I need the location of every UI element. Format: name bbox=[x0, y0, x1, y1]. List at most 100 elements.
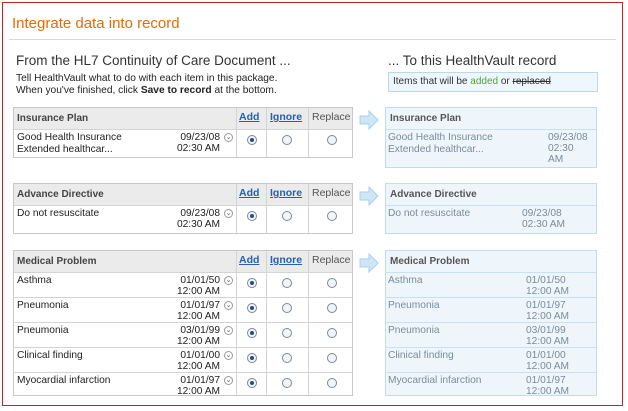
chevron-down-icon[interactable]: ⌄ bbox=[224, 209, 233, 218]
chevron-down-icon[interactable]: ⌄ bbox=[224, 301, 233, 310]
chevron-down-icon[interactable]: ⌄ bbox=[224, 351, 233, 360]
legend-replaced: replaced bbox=[512, 76, 551, 87]
item-name: Pneumonia bbox=[17, 300, 69, 311]
arrow-right-icon bbox=[359, 252, 379, 274]
item-name: Do not resuscitate bbox=[17, 208, 100, 219]
ignore-radio[interactable] bbox=[282, 353, 292, 363]
ignore-radio[interactable] bbox=[282, 303, 292, 313]
section-insurance-plan: Insurance Plan Add Ignore Replace Good Healt… bbox=[13, 107, 353, 158]
ignore-radio[interactable] bbox=[282, 135, 292, 145]
add-column-link[interactable]: Add bbox=[239, 187, 259, 199]
item-name: Pneumonia bbox=[17, 325, 69, 336]
record-item-name: Asthma bbox=[388, 275, 423, 286]
add-radio[interactable] bbox=[247, 328, 257, 338]
add-radio[interactable] bbox=[247, 303, 257, 313]
list-item: Pneumonia 01/01/97 12:00 AM ⌄ bbox=[14, 297, 352, 323]
ignore-radio[interactable] bbox=[282, 278, 292, 288]
legend-added: added bbox=[470, 76, 499, 87]
item-date: 09/23/08 02:30 AM bbox=[176, 208, 220, 230]
item-date: 03/01/99 12:00 AM bbox=[176, 325, 220, 347]
add-column-link[interactable]: Add bbox=[239, 111, 259, 123]
record-section-advance-directive: Advance Directive Do not resuscitate 09/23… bbox=[385, 183, 597, 234]
record-item-name: Pneumonia bbox=[388, 325, 440, 336]
replace-column-header: Replace bbox=[312, 254, 351, 266]
legend-text: or bbox=[498, 76, 513, 87]
section-header: Insurance Plan Add Ignore Replace bbox=[14, 108, 352, 129]
item-date: 01/01/50 12:00 AM bbox=[176, 275, 220, 297]
arrow-right-icon bbox=[359, 185, 379, 207]
replace-radio[interactable] bbox=[327, 378, 337, 388]
item-date: 09/23/08 02:30 AM bbox=[176, 132, 220, 154]
ignore-radio[interactable] bbox=[282, 211, 292, 221]
replace-radio[interactable] bbox=[327, 278, 337, 288]
replace-radio[interactable] bbox=[327, 211, 337, 221]
item-date: 01/01/97 12:00 AM bbox=[176, 375, 220, 397]
record-item-name: Clinical finding bbox=[388, 350, 454, 361]
ignore-radio[interactable] bbox=[282, 378, 292, 388]
item-name: Good Health Insurance Extended healthcar… bbox=[17, 132, 122, 155]
section-advance-directive: Advance Directive Add Ignore Replace Do not … bbox=[13, 183, 353, 234]
record-list-item: Pneumonia 01/01/97 12:00 AM bbox=[386, 297, 596, 323]
instructions-line-2: When you've finished, click Save to reco… bbox=[16, 85, 277, 97]
record-list-item: Do not resuscitate 09/23/08 02:30 AM bbox=[386, 205, 596, 236]
page-title: Integrate data into record bbox=[12, 15, 180, 32]
source-heading: From the HL7 Continuity of Care Document… bbox=[16, 53, 291, 68]
replace-column-header: Replace bbox=[312, 111, 351, 123]
chevron-down-icon[interactable]: ⌄ bbox=[224, 376, 233, 385]
item-name: Clinical finding bbox=[17, 350, 83, 361]
ignore-column-link[interactable]: Ignore bbox=[270, 187, 302, 199]
list-item: Pneumonia 03/01/99 12:00 AM ⌄ bbox=[14, 322, 352, 348]
list-item: Good Health Insurance Extended healthcar… bbox=[14, 129, 352, 160]
title-divider bbox=[9, 39, 616, 40]
instructions-text: at the bottom. bbox=[211, 85, 277, 96]
item-date: 01/01/97 12:00 AM bbox=[176, 300, 220, 322]
record-item-date: 03/01/99 12:00 AM bbox=[526, 325, 570, 347]
record-list-item: Good Health Insurance Extended healthcar… bbox=[386, 129, 596, 170]
chevron-down-icon[interactable]: ⌄ bbox=[224, 133, 233, 142]
ignore-radio[interactable] bbox=[282, 328, 292, 338]
record-item-name: Good Health Insurance Extended healthcar… bbox=[388, 132, 493, 155]
record-item-name: Pneumonia bbox=[388, 300, 440, 311]
record-section-header: Medical Problem bbox=[386, 251, 596, 272]
record-item-date: 01/01/97 12:00 AM bbox=[526, 375, 570, 397]
record-item-date: 09/23/08 02:30 AM bbox=[522, 208, 566, 230]
add-radio[interactable] bbox=[247, 378, 257, 388]
instructions-line-1: Tell HealthVault what to do with each it… bbox=[16, 73, 278, 84]
section-title: Insurance Plan bbox=[17, 113, 89, 124]
add-column-link[interactable]: Add bbox=[239, 254, 259, 266]
record-section-title: Medical Problem bbox=[390, 256, 470, 267]
section-title: Medical Problem bbox=[17, 256, 97, 267]
record-section-title: Advance Directive bbox=[390, 189, 477, 200]
instructions: Tell HealthVault what to do with each it… bbox=[16, 73, 277, 97]
replace-radio[interactable] bbox=[327, 303, 337, 313]
list-item: Do not resuscitate 09/23/08 02:30 AM ⌄ bbox=[14, 205, 352, 236]
record-item-date: 01/01/97 12:00 AM bbox=[526, 300, 570, 322]
item-name: Myocardial infarction bbox=[17, 375, 111, 386]
section-medical-problem: Medical Problem Add Ignore Replace Asthma 01/… bbox=[13, 250, 353, 398]
record-list-item: Clinical finding 01/01/00 12:00 AM bbox=[386, 347, 596, 373]
section-header: Advance Directive Add Ignore Replace bbox=[14, 184, 352, 205]
record-item-name: Myocardial infarction bbox=[388, 375, 482, 386]
replace-radio[interactable] bbox=[327, 135, 337, 145]
ignore-column-link[interactable]: Ignore bbox=[270, 254, 302, 266]
chevron-down-icon[interactable]: ⌄ bbox=[224, 276, 233, 285]
section-title: Advance Directive bbox=[17, 189, 104, 200]
chevron-down-icon[interactable]: ⌄ bbox=[224, 326, 233, 335]
record-list-item: Pneumonia 03/01/99 12:00 AM bbox=[386, 322, 596, 348]
add-radio[interactable] bbox=[247, 278, 257, 288]
record-list-item: Asthma 01/01/50 12:00 AM bbox=[386, 272, 596, 298]
ignore-column-link[interactable]: Ignore bbox=[270, 111, 302, 123]
record-section-insurance-plan: Insurance Plan Good Health Insurance Exte… bbox=[385, 107, 597, 168]
add-radio[interactable] bbox=[247, 353, 257, 363]
replace-radio[interactable] bbox=[327, 353, 337, 363]
target-heading: ... To this HealthVault record bbox=[388, 53, 557, 68]
list-item: Clinical finding 01/01/00 12:00 AM ⌄ bbox=[14, 347, 352, 373]
replace-radio[interactable] bbox=[327, 328, 337, 338]
item-name: Asthma bbox=[17, 275, 52, 286]
add-radio[interactable] bbox=[247, 211, 257, 221]
list-item: Asthma 01/01/50 12:00 AM ⌄ bbox=[14, 272, 352, 298]
record-section-header: Advance Directive bbox=[386, 184, 596, 205]
record-item-date: 09/23/08 02:30 AM bbox=[548, 132, 588, 165]
add-radio[interactable] bbox=[247, 135, 257, 145]
list-item: Myocardial infarction 01/01/97 12:00 AM ⌄ bbox=[14, 372, 352, 398]
